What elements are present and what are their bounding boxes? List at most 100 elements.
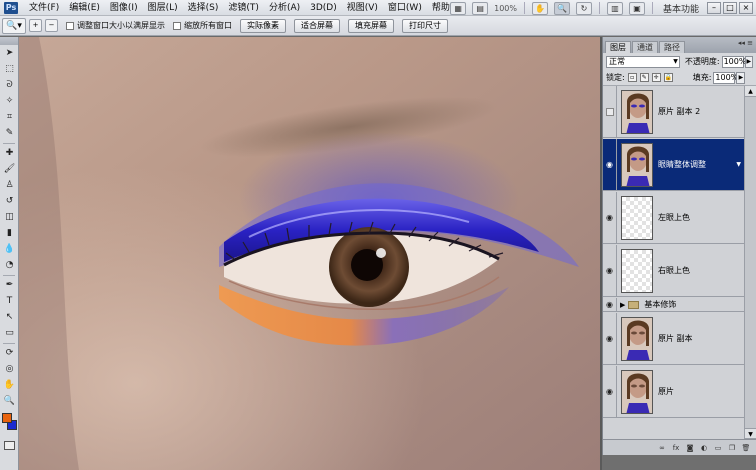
layer-name[interactable]: 右眼上色 bbox=[658, 265, 690, 276]
type-tool-icon[interactable]: T bbox=[2, 294, 17, 309]
menu-view[interactable]: 视图(V) bbox=[342, 1, 383, 15]
opacity-field[interactable]: 100% bbox=[721, 55, 746, 68]
visibility-toggle[interactable]: ◉ bbox=[603, 366, 617, 417]
minimize-button[interactable]: – bbox=[707, 2, 721, 14]
lock-transparent-icon[interactable]: ▫ bbox=[627, 73, 637, 82]
pen-tool-icon[interactable]: ✒ bbox=[2, 278, 17, 293]
tools-panel-header[interactable] bbox=[0, 37, 18, 45]
layer-row[interactable]: 原片 副本 2 bbox=[603, 86, 744, 138]
document-canvas[interactable] bbox=[19, 37, 600, 470]
blend-mode-select[interactable]: 正常 ▼ bbox=[606, 55, 680, 68]
delete-layer-icon[interactable]: 🗑 bbox=[741, 443, 751, 453]
adjustment-layer-icon[interactable]: ◐ bbox=[699, 443, 709, 453]
eyedropper-tool-icon[interactable]: ✎ bbox=[2, 126, 17, 141]
gradient-tool-icon[interactable]: ▮ bbox=[2, 226, 17, 241]
clone-stamp-tool-icon[interactable]: ♙ bbox=[2, 178, 17, 193]
layer-row-selected[interactable]: ◉ 眼睛整体调整 ▼ bbox=[603, 139, 744, 191]
visibility-toggle[interactable]: ◉ bbox=[603, 297, 617, 312]
layer-row[interactable]: ◉ 右眼上色 bbox=[603, 245, 744, 297]
menu-window[interactable]: 窗口(W) bbox=[383, 1, 427, 15]
layer-row[interactable]: ◉ 左眼上色 bbox=[603, 192, 744, 244]
brush-tool-icon[interactable]: 🖌 bbox=[2, 162, 17, 177]
menu-edit[interactable]: 编辑(E) bbox=[64, 1, 105, 15]
history-brush-tool-icon[interactable]: ↺ bbox=[2, 194, 17, 209]
menu-3d[interactable]: 3D(D) bbox=[305, 1, 342, 15]
3d-rotate-tool-icon[interactable]: ⟳ bbox=[2, 346, 17, 361]
maximize-button[interactable]: □ bbox=[723, 2, 737, 14]
visibility-toggle[interactable] bbox=[603, 86, 617, 137]
scroll-up-icon[interactable]: ▲ bbox=[745, 86, 756, 97]
magic-wand-tool-icon[interactable]: ✧ bbox=[2, 94, 17, 109]
move-tool-icon[interactable]: ➤ bbox=[2, 46, 17, 61]
menu-layer[interactable]: 图层(L) bbox=[143, 1, 183, 15]
panel-menu-icon[interactable]: ◂◂ ≡ bbox=[738, 39, 753, 47]
zoom-tool-icon[interactable]: 🔍 bbox=[2, 394, 17, 409]
menu-image[interactable]: 图像(I) bbox=[105, 1, 143, 15]
new-layer-icon[interactable]: ❐ bbox=[727, 443, 737, 453]
workspace-switcher[interactable]: 基本功能 bbox=[657, 2, 705, 15]
group-name[interactable]: 基本修饰 bbox=[644, 299, 676, 310]
shape-tool-icon[interactable]: ▭ bbox=[2, 326, 17, 341]
lock-all-icon[interactable]: 🔒 bbox=[663, 73, 673, 82]
actual-pixels-button[interactable]: 实际像素 bbox=[240, 18, 286, 33]
menu-select[interactable]: 选择(S) bbox=[183, 1, 224, 15]
lasso-tool-icon[interactable]: ᘐ bbox=[2, 78, 17, 93]
zoom-tool-icon[interactable]: 🔍 bbox=[553, 1, 570, 15]
fill-slider-icon[interactable]: ▶ bbox=[736, 71, 746, 84]
resize-windows-option[interactable]: 调整窗口大小以满屏显示 bbox=[66, 20, 165, 31]
expand-arrow-icon[interactable]: ▶ bbox=[620, 301, 625, 309]
lock-position-icon[interactable]: ✛ bbox=[651, 73, 661, 82]
bridge-icon[interactable]: ▦ bbox=[450, 1, 467, 15]
zoom-all-windows-checkbox[interactable] bbox=[173, 21, 181, 30]
menu-analysis[interactable]: 分析(A) bbox=[264, 1, 305, 15]
3d-orbit-tool-icon[interactable]: ◎ bbox=[2, 362, 17, 377]
zoom-out-icon[interactable]: − bbox=[45, 19, 58, 32]
visibility-toggle[interactable]: ◉ bbox=[603, 192, 617, 243]
layer-name[interactable]: 原片 副本 2 bbox=[658, 106, 700, 117]
arrange-documents-icon[interactable]: ▥ bbox=[606, 1, 623, 15]
screen-mode-icon[interactable]: ▣ bbox=[628, 1, 645, 15]
fit-screen-button[interactable]: 适合屏幕 bbox=[294, 18, 340, 33]
rotate-view-icon[interactable]: ↻ bbox=[575, 1, 592, 15]
resize-windows-checkbox[interactable] bbox=[66, 21, 74, 30]
layer-name[interactable]: 眼睛整体调整 bbox=[658, 159, 706, 170]
crop-tool-icon[interactable]: ⌗ bbox=[2, 110, 17, 125]
link-layers-icon[interactable]: ∞ bbox=[657, 443, 667, 453]
menu-file[interactable]: 文件(F) bbox=[24, 1, 64, 15]
fill-field[interactable]: 100% bbox=[713, 71, 738, 84]
print-size-button[interactable]: 打印尺寸 bbox=[402, 18, 448, 33]
eraser-tool-icon[interactable]: ◫ bbox=[2, 210, 17, 225]
tab-channels[interactable]: 通道 bbox=[632, 41, 658, 53]
path-selection-tool-icon[interactable]: ↖ bbox=[2, 310, 17, 325]
tab-paths[interactable]: 路径 bbox=[659, 41, 685, 53]
layer-name[interactable]: 原片 bbox=[658, 386, 674, 397]
layer-style-icon[interactable]: fx bbox=[671, 443, 681, 453]
layer-mask-icon[interactable]: ◙ bbox=[685, 443, 695, 453]
layers-scrollbar[interactable]: ▲ ▼ bbox=[744, 86, 756, 439]
zoom-level[interactable]: 100% bbox=[494, 4, 517, 13]
dodge-tool-icon[interactable]: ◔ bbox=[2, 258, 17, 273]
fill-screen-button[interactable]: 填充屏幕 bbox=[348, 18, 394, 33]
visibility-toggle[interactable]: ◉ bbox=[603, 313, 617, 364]
layer-group-row[interactable]: ◉ ▶ 基本修饰 bbox=[603, 297, 744, 312]
hand-tool-icon[interactable]: ✋ bbox=[531, 1, 548, 15]
opacity-slider-icon[interactable]: ▶ bbox=[744, 55, 753, 68]
scroll-down-icon[interactable]: ▼ bbox=[745, 428, 756, 439]
zoom-all-windows-option[interactable]: 缩放所有窗口 bbox=[173, 20, 232, 31]
layer-name[interactable]: 左眼上色 bbox=[658, 212, 690, 223]
visibility-toggle[interactable]: ◉ bbox=[603, 245, 617, 296]
hand-tool-icon[interactable]: ✋ bbox=[2, 378, 17, 393]
lock-image-icon[interactable]: ✎ bbox=[639, 73, 649, 82]
quick-mask-icon[interactable] bbox=[3, 441, 15, 450]
layer-row[interactable]: ◉ 原片 bbox=[603, 366, 744, 418]
close-button[interactable]: × bbox=[739, 2, 753, 14]
marquee-tool-icon[interactable]: ⬚ bbox=[2, 62, 17, 77]
tool-preset-picker[interactable]: 🔍 ▾ bbox=[2, 17, 26, 34]
foreground-color-swatch[interactable] bbox=[2, 413, 12, 423]
new-group-icon[interactable]: ▭ bbox=[713, 443, 723, 453]
layer-name[interactable]: 原片 副本 bbox=[658, 333, 693, 344]
healing-brush-tool-icon[interactable]: ✚ bbox=[2, 146, 17, 161]
zoom-in-icon[interactable]: + bbox=[29, 19, 42, 32]
blur-tool-icon[interactable]: 💧 bbox=[2, 242, 17, 257]
layer-row[interactable]: ◉ 原片 副本 bbox=[603, 313, 744, 365]
